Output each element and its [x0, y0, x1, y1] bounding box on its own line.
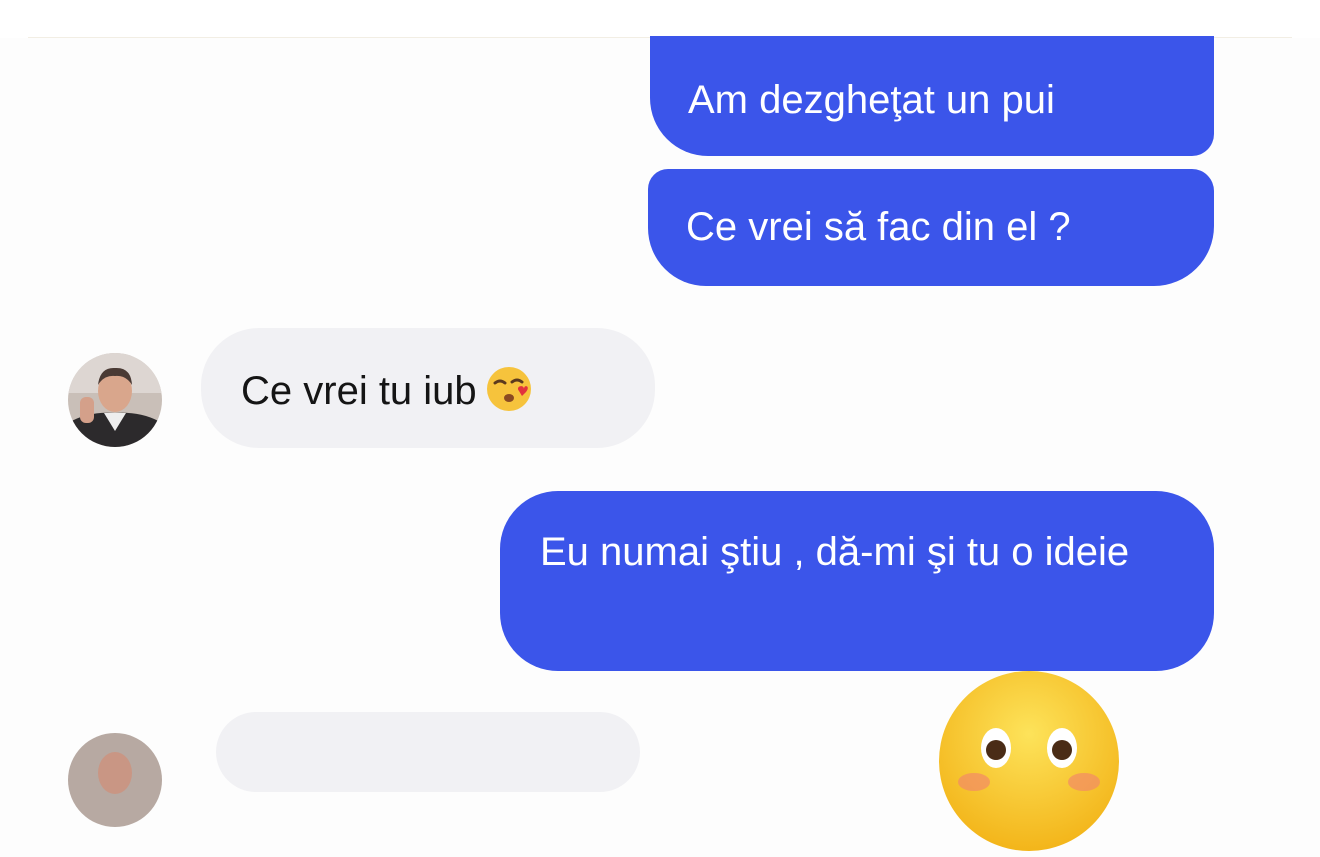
incoming-message-bubble[interactable] [216, 712, 640, 792]
outgoing-message-bubble[interactable]: Eu numai ştiu , dă-mi şi tu o ideie [500, 491, 1214, 671]
outgoing-message-bubble[interactable]: Ce vrei să fac din el ? [648, 169, 1214, 286]
contact-avatar[interactable] [68, 353, 162, 447]
incoming-message-bubble[interactable]: Ce vrei tu iub [201, 328, 655, 448]
message-text: Ce vrei tu iub [241, 369, 477, 413]
outgoing-message-bubble[interactable]: Am dezgheţat un pui [650, 36, 1214, 156]
contact-avatar[interactable] [68, 733, 162, 827]
conversation-thread: Am dezgheţat un pui Ce vrei să fac din e… [0, 0, 1320, 851]
message-text: Am dezgheţat un pui [688, 78, 1055, 122]
kissing-face-icon [485, 365, 533, 413]
message-text: Ce vrei să fac din el ? [686, 205, 1071, 249]
message-text: Eu numai ştiu , dă-mi şi tu o ideie [540, 530, 1130, 574]
flushed-face-icon [938, 670, 1120, 852]
